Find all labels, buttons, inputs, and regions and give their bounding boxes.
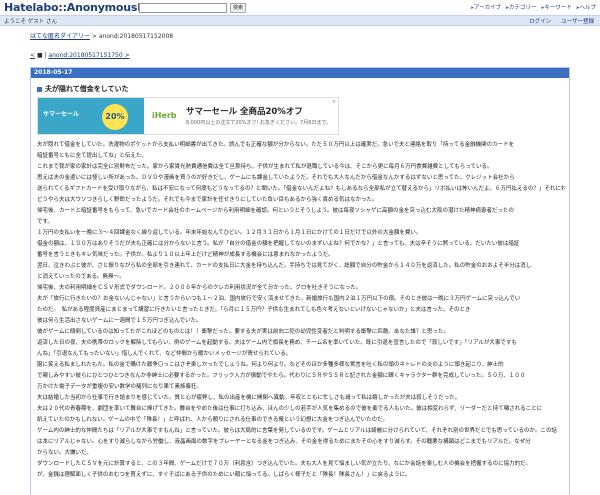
top-nav: ▸アーカイブ ▸カテゴリー ▸キーワード ▸ヘルプ	[471, 3, 596, 11]
entry-line: 飢えていたのかもしれない。ゲームの中で「隊長！」と呼ばれ、人から頼りにされる仕事…	[37, 417, 388, 423]
search-input[interactable]	[139, 3, 227, 13]
nav-archive[interactable]: ▸アーカイブ	[471, 3, 501, 11]
entry-line: 帰宅後、夫の利用明細をＣＳＶ形式でダウンロード。２００６年からのクレカ利用状況が…	[37, 285, 362, 291]
day-section: 2018-05-17 夫が隠れて借金をしていた サマーセール 20% iHerb…	[30, 67, 570, 495]
entry-line: たのだ。 私がある程度資産にまとまって講習に行きたいと言ったときだ。「ら月に１５…	[37, 307, 471, 313]
user-links: ログイン ユーザー登録	[529, 17, 594, 25]
ad-close-icon[interactable]: ×	[332, 99, 336, 105]
entry-line: どうやら夫は大ウソつきらしく野郎だったようだ。それでも今まで家計を任せきりにして…	[37, 197, 378, 203]
entry-title[interactable]: 夫が隠れて借金をしていた	[37, 84, 129, 94]
entry-line: 翌日、泣きわぶと彼が、さと振りながら私の全部を引き連れて、カードの支払日に大金を…	[37, 263, 532, 269]
ad-headline[interactable]: サマーセール 全商品20%オフ	[186, 105, 303, 117]
entry-line: 送られてくるギフトカードを受け取りながら、私は不安になって何度もどうなってるの？…	[37, 186, 565, 192]
ad-banner-text: サマーセール	[43, 111, 80, 118]
login-link[interactable]: ログイン	[529, 17, 551, 25]
search-button[interactable]: 検索	[230, 3, 246, 13]
pager: < ■ | anond:20180517151750 >	[30, 52, 130, 59]
entry-line: 返済した日の夜、夫の携帯のロックを解除してもらい、例のゲームを起動する。夫はゲー…	[37, 340, 517, 346]
entry-line: １万円の支払いを一晩に３〜４回課金なく繰り返している。年末年始なんてひどい。１２…	[37, 230, 422, 236]
entry-line: 借金の額は、１００万はありそうだが夫も正確には分からないと言う。私が「自分の借金…	[37, 241, 520, 247]
entry-title-text[interactable]: 夫が隠れて借金をしていた	[45, 84, 129, 94]
entry-line: 万かけた電子データが重複の安い数学の羅列になり果て素族奏狂。	[37, 384, 203, 390]
user-bar: ようこそ ゲスト さん ログイン ユーザー登録	[0, 15, 600, 26]
nav-keyword-link[interactable]: キーワード	[544, 5, 572, 11]
day-date: 2018-05-17	[31, 68, 569, 78]
entry-line: からない。大嫌いだ。	[37, 450, 92, 456]
entry-line: 帰宅後、カードと暗証番号をもらって、急いでカード会社のホームページから利用明細を…	[37, 208, 515, 214]
entry-line: です。	[37, 219, 53, 225]
next-link[interactable]: >	[123, 52, 130, 59]
nav-archive-link[interactable]: アーカイブ	[474, 5, 501, 11]
entry-line: と消えていったのである。無無〜。	[37, 274, 125, 280]
entry-line: んね」「引退なんてもったいない」惜しんでくれて、など仲間から暖かいメッセージが寄…	[37, 351, 292, 357]
pager-divider: ■ |	[35, 52, 49, 59]
entry-line: は本にリアルじゃない。心をすり減らしながら労働し、液晶画面の数字をプレーヤーとな…	[37, 439, 531, 445]
entry-line: 夫は結婚した当初から仕事で行き詰まりを感じていた。質と心が疲弊し、私の出産を機に…	[37, 395, 461, 401]
nav-category-link[interactable]: カテゴリー	[509, 5, 537, 11]
entry-line: 服に笑える私ましれたもた。私の金で購けた戦争〇っこはさぞ楽しかったでしょうね。何…	[37, 362, 504, 368]
entry-line: 番号を言うときもキレ気味だった。子供か。私より１０以上年上だけど精神が成長する機…	[37, 252, 334, 258]
top-bar: Hatelabo::AnonymousDiary 検索 ▸アーカイブ ▸カテゴリ…	[0, 0, 600, 14]
breadcrumb: はてな匿名ダイアリー > anond:20180517152008	[30, 31, 173, 40]
breadcrumb-current: anond:20180517152008	[98, 33, 174, 40]
nav-help[interactable]: ▸ヘルプ	[577, 3, 596, 11]
entry-line: 思えば夫の金遣いには怪しい所があった。ＤＶＤや漫画を買うのが好きだし、ゲームにも…	[37, 175, 515, 181]
entry-line: 夫は２０代の青春期を、劇団を率いて舞台に捧げてきた。舞台をやめた後は仕事に打ち込…	[37, 406, 543, 412]
nav-category[interactable]: ▸カテゴリー	[506, 3, 536, 11]
entry-bullet-icon	[37, 86, 42, 92]
entry-line: 彼は何ら生活出さないゲームに一週間で１５万円つぎ込んでいた。	[37, 318, 202, 324]
entry-line: が、金銭は理解面しく子供のおむつを買えずに、すぐそばにある子供のためにい顔に悩っ…	[37, 472, 411, 478]
breadcrumb-separator: >	[90, 33, 99, 40]
entry-line: これまで我が家の家計は完全に別財布だった。家から家賃光熱費通信費は全て旦那持ち。…	[37, 164, 493, 170]
entry-line: 夫が「旅行に行きたいの？お金ないんじゃない」と言うからいつも１〜２泊、国内旅行で…	[37, 296, 521, 302]
entry-line: 夫が隠れて借金をしていた。洗濯物のポケットから支払い明細書が出てきた。読んでも正…	[37, 142, 515, 148]
register-link[interactable]: ユーザー登録	[561, 17, 594, 25]
entry-body: 夫が隠れて借金をしていた。洗濯物のポケットから支払い明細書が出てきた。読んでも正…	[37, 141, 565, 482]
nav-keyword[interactable]: ▸キーワード	[541, 3, 571, 11]
entry-line: 暗証番号ともに全て提出してね」と伝えた。	[37, 153, 147, 159]
welcome-text: ようこそ ゲスト さん	[4, 19, 57, 25]
ad-discount-badge: 20%	[102, 104, 128, 130]
entry-line: ゲーム内の紳士的な仲間たちは「リアルが大事ですもんね」と言っていた。彼らは大局的…	[37, 428, 557, 434]
ad-banner-image: サマーセール 20%	[38, 98, 144, 134]
ad-description: 8,000円以上の注文で20%オフ! お急ぎください。7月8日まで。	[186, 120, 332, 126]
entry-line: 彼がゲームに傾倒しているのは知ってたがこれほどのものとは！！衝撃だった。要する夫…	[37, 329, 449, 335]
advertisement[interactable]: サマーセール 20% iHerb サマーセール 全商品20%オフ 8,000円以…	[37, 97, 339, 135]
breadcrumb-home[interactable]: はてな匿名ダイアリー	[30, 33, 90, 40]
entry-line: ダウンロードしたＣＳＶを元に計算すると、この３年間、ゲームだけで７０万（利息含）…	[37, 461, 531, 467]
entry-line: で親しみやすい彼らにひとつひとつきなんか非紳士に必要するかった。フリック入力が振…	[37, 373, 526, 379]
ad-brand-logo: iHerb	[152, 111, 177, 120]
nav-help-link[interactable]: ヘルプ	[579, 5, 596, 11]
related-entry-link[interactable]: anond:20180517151750	[48, 52, 122, 59]
